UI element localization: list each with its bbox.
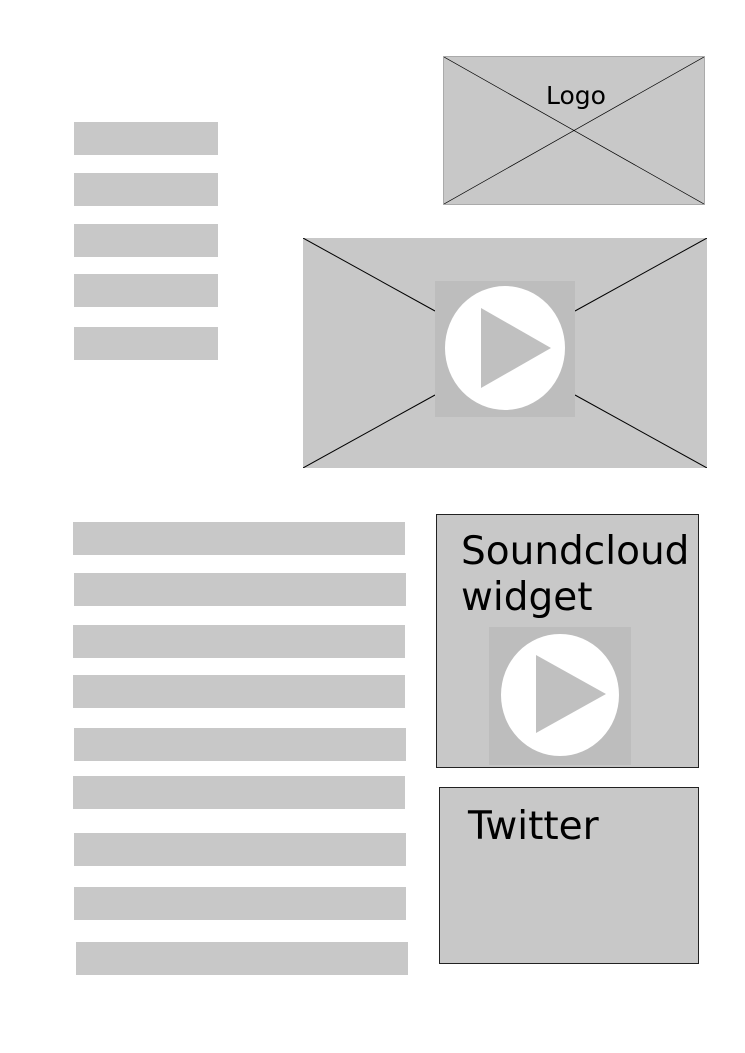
text-line [74, 833, 406, 866]
soundcloud-title: Soundcloud widget [461, 529, 690, 620]
nav-item[interactable] [74, 274, 218, 307]
text-line [73, 776, 405, 809]
text-line [74, 728, 406, 761]
nav-item[interactable] [74, 327, 218, 360]
soundcloud-widget: Soundcloud widget [436, 514, 699, 768]
soundcloud-play-button[interactable] [489, 627, 631, 765]
logo-placeholder: Logo [443, 56, 705, 205]
logo-label: Logo [546, 81, 606, 110]
play-icon-circle [501, 634, 619, 756]
play-icon-circle [445, 286, 565, 410]
twitter-widget: Twitter [439, 787, 699, 964]
nav-item[interactable] [74, 122, 218, 155]
nav-item[interactable] [74, 173, 218, 206]
play-icon [536, 655, 606, 733]
text-line [76, 942, 408, 975]
play-icon [481, 308, 551, 388]
text-line [74, 573, 406, 606]
text-line [73, 625, 405, 658]
play-button[interactable] [435, 281, 575, 417]
text-line [73, 675, 405, 708]
video-placeholder[interactable] [303, 238, 707, 468]
text-line [74, 887, 406, 920]
nav-item[interactable] [74, 224, 218, 257]
text-line [73, 522, 405, 555]
twitter-title: Twitter [468, 804, 599, 849]
placeholder-cross [444, 57, 704, 204]
